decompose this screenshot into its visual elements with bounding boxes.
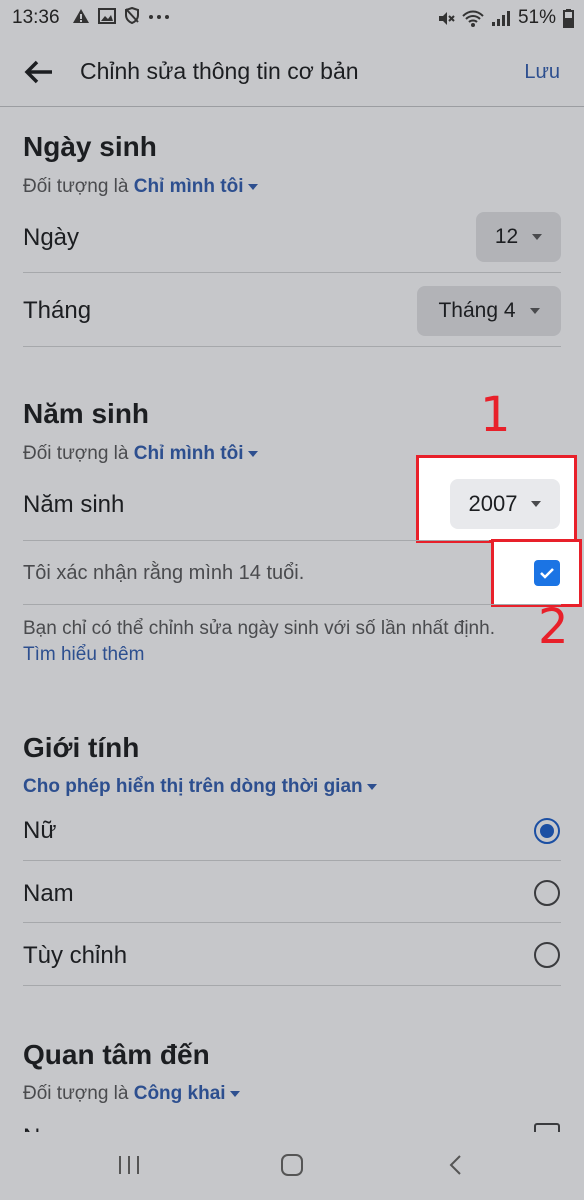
audience-value: Chỉ mình tôi <box>133 176 244 197</box>
audience-value: Công khai <box>133 1083 226 1104</box>
age-confirm-checkbox[interactable] <box>534 560 560 586</box>
back-nav-icon[interactable] <box>446 1154 466 1176</box>
year-label: Năm sinh <box>23 491 125 518</box>
divider <box>23 922 561 923</box>
annotation-marker-1: 1 <box>480 387 511 443</box>
interested-in-option-partial: N <box>23 1124 40 1132</box>
battery-icon <box>563 8 574 28</box>
caret-down-icon <box>366 783 377 790</box>
audience-selector-interested-in[interactable]: Công khai <box>134 1083 240 1104</box>
audience-value: Chỉ mình tôi <box>133 443 244 464</box>
audience-selector-gender[interactable]: Cho phép hiển thị trên dòng thời gian <box>23 776 377 798</box>
app-bar: Chỉnh sửa thông tin cơ bản Lưu <box>0 36 584 107</box>
divider <box>23 540 489 541</box>
annotation-marker-2: 2 <box>538 599 569 655</box>
year-value: 2007 <box>468 491 518 516</box>
caret-down-icon <box>247 450 258 457</box>
audience-selector-birth-year[interactable]: Chỉ mình tôi <box>134 443 258 464</box>
caret-down-icon <box>532 234 543 240</box>
image-icon <box>98 7 116 24</box>
battery-percent: 51% <box>517 7 556 28</box>
wifi-icon <box>462 10 484 27</box>
gender-radio-female[interactable] <box>534 818 560 844</box>
gender-option-label: Nam <box>23 880 74 907</box>
caret-down-icon <box>229 1090 240 1097</box>
caret-down-icon <box>247 183 258 190</box>
check-icon <box>540 568 554 579</box>
audience-prefix: Đối tượng là <box>23 176 129 197</box>
year-dropdown[interactable]: 2007 <box>450 479 560 529</box>
audience-selector-birthday[interactable]: Chỉ mình tôi <box>134 176 258 197</box>
status-notification-icons <box>72 7 170 24</box>
status-system-icons: 51% <box>437 7 574 29</box>
caret-down-icon <box>531 501 542 507</box>
interested-in-checkbox[interactable] <box>534 1123 560 1132</box>
birth-year-section-title: Năm sinh <box>23 398 150 429</box>
birthday-audience: Đối tượng là Chỉ mình tôi <box>23 176 258 198</box>
month-dropdown[interactable]: Tháng 4 <box>417 286 561 336</box>
gender-option-label: Tùy chỉnh <box>23 942 128 969</box>
day-value: 12 <box>494 225 519 248</box>
gender-radio-male[interactable] <box>534 880 560 906</box>
divider <box>23 860 561 861</box>
gender-section-title: Giới tính <box>23 732 140 763</box>
divider <box>23 346 561 347</box>
day-dropdown[interactable]: 12 <box>476 212 561 262</box>
shield-off-icon <box>125 7 139 24</box>
month-value: Tháng 4 <box>438 299 516 322</box>
divider <box>23 604 561 605</box>
birth-year-audience: Đối tượng là Chỉ mình tôi <box>23 443 258 465</box>
status-bar: 13:36 51% <box>0 0 584 36</box>
edit-basic-info-content: Ngày sinh Đối tượng là Chỉ mình tôi Ngày… <box>0 107 584 1132</box>
mute-icon <box>438 11 455 25</box>
back-arrow-icon[interactable] <box>22 58 56 86</box>
audience-value: Cho phép hiển thị trên dòng thời gian <box>23 776 363 797</box>
save-button[interactable]: Lưu <box>524 61 560 84</box>
warning-icon <box>73 8 89 23</box>
interested-in-section-title: Quan tâm đến <box>23 1039 210 1070</box>
divider <box>23 272 561 273</box>
caret-down-icon <box>529 308 540 314</box>
gender-option-label: Nữ <box>23 817 57 844</box>
status-time: 13:36 <box>12 7 60 28</box>
signal-icon <box>491 10 510 26</box>
home-icon[interactable] <box>280 1154 304 1176</box>
more-icon <box>149 14 169 19</box>
recent-apps-icon[interactable] <box>117 1154 141 1176</box>
day-label: Ngày <box>23 224 80 251</box>
interested-in-audience: Đối tượng là Công khai <box>23 1083 240 1105</box>
age-confirm-text: Tôi xác nhận rằng mình 14 tuổi. <box>23 562 305 584</box>
month-label: Tháng <box>23 297 92 324</box>
audience-prefix: Đối tượng là <box>23 443 129 464</box>
learn-more-link[interactable]: Tìm hiểu thêm <box>23 644 144 666</box>
system-nav-bar <box>0 1132 584 1200</box>
birthday-note: Bạn chỉ có thể chỉnh sửa ngày sinh với s… <box>23 618 495 639</box>
gender-radio-custom[interactable] <box>534 942 560 968</box>
birthday-section-title: Ngày sinh <box>23 131 157 162</box>
audience-prefix: Đối tượng là <box>23 1083 129 1104</box>
divider <box>23 985 561 986</box>
page-title: Chỉnh sửa thông tin cơ bản <box>80 58 359 84</box>
